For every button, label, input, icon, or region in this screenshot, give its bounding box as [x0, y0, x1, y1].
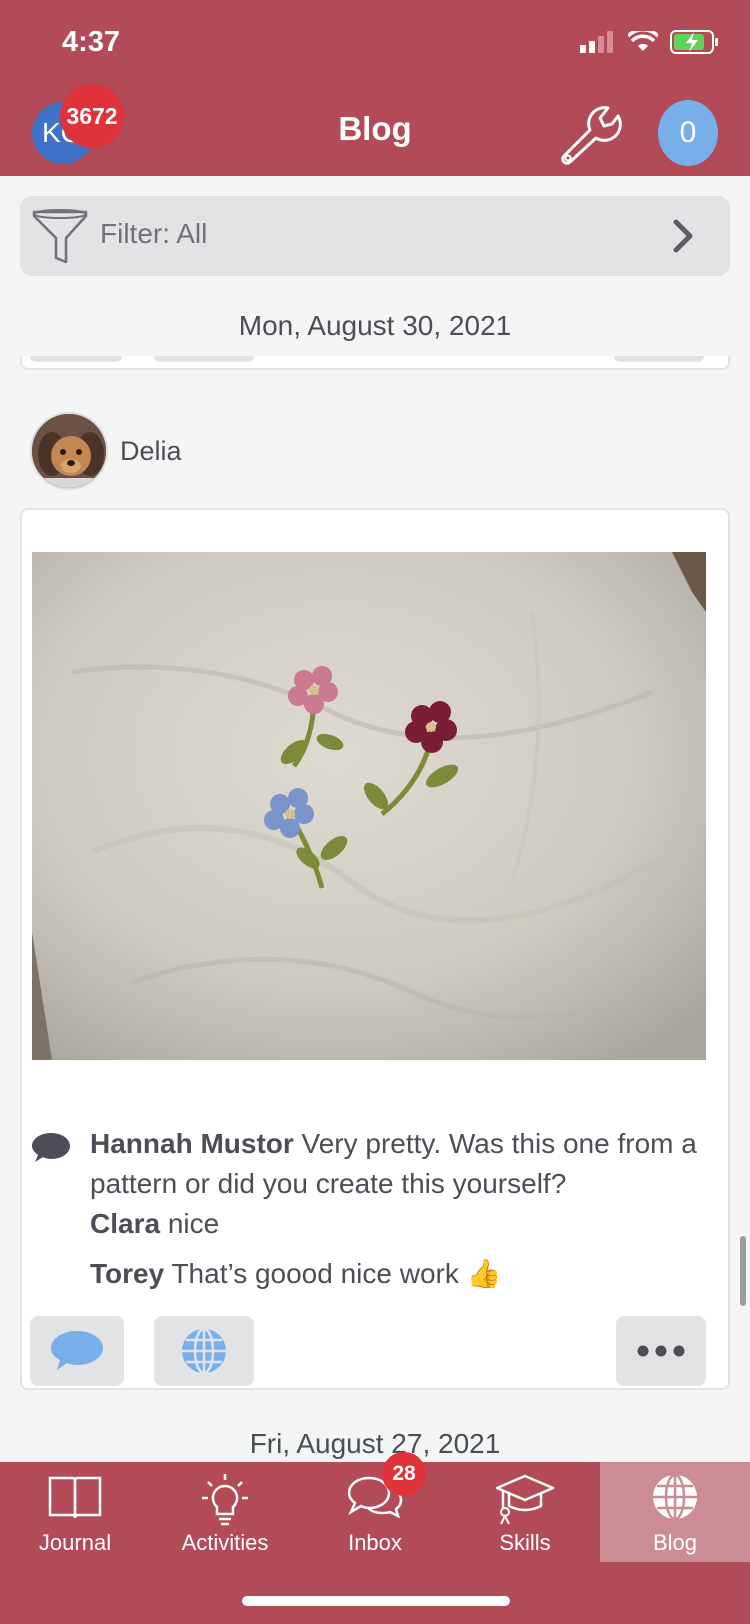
share-public-button[interactable] [154, 1316, 254, 1386]
comment-author[interactable]: Clara [90, 1208, 160, 1239]
points-counter[interactable]: 0 [658, 100, 718, 166]
graduation-cap-icon [495, 1474, 555, 1525]
tab-activities[interactable]: Activities [150, 1462, 300, 1562]
ellipsis-icon [637, 1345, 685, 1357]
filter-bar[interactable]: Filter: All [20, 196, 730, 276]
author-name[interactable]: Delia [120, 436, 182, 467]
tab-blog[interactable]: Blog [600, 1462, 750, 1562]
tab-skills[interactable]: Skills [450, 1462, 600, 1562]
home-indicator[interactable] [242, 1596, 510, 1606]
comment-text: nice [160, 1208, 220, 1239]
post-photo[interactable] [32, 552, 706, 1060]
previous-more-button[interactable] [614, 356, 704, 362]
tab-label: Activities [181, 1530, 269, 1555]
date-header: Mon, August 30, 2021 [238, 310, 512, 341]
previous-share-button[interactable] [154, 356, 254, 362]
comment-text: That’s goood nice work 👍 [164, 1258, 502, 1289]
scrollbar[interactable] [740, 1236, 746, 1306]
wifi-icon [628, 31, 658, 51]
comment-button[interactable] [30, 1316, 124, 1386]
tab-label: Journal [38, 1530, 112, 1555]
top-bar: 4:37 KC 3672 Blog 0 [0, 0, 750, 176]
previous-comment-button[interactable] [30, 356, 122, 362]
status-time: 4:37 [62, 26, 121, 58]
comment-author[interactable]: Torey [90, 1258, 164, 1289]
book-icon [48, 1476, 102, 1519]
comment-item: Torey That’s goood nice work 👍 [90, 1254, 710, 1294]
tab-label: Inbox [348, 1530, 402, 1555]
globe-icon [653, 1473, 697, 1521]
more-options-button[interactable] [616, 1316, 706, 1386]
battery-charging-icon [670, 30, 718, 54]
globe-icon [182, 1327, 226, 1375]
status-icons [580, 30, 720, 54]
tab-label: Skills [499, 1530, 551, 1555]
tab-label: Blog [652, 1530, 698, 1555]
embroidered-flowers-photo [32, 552, 706, 1060]
comment-bubble-icon [32, 1133, 70, 1162]
page-title: Blog [338, 110, 412, 147]
filter-label: Filter: All [100, 218, 208, 249]
author-avatar[interactable] [30, 412, 108, 490]
date-header: Fri, August 27, 2021 [249, 1428, 501, 1459]
tab-journal[interactable]: Journal [0, 1462, 150, 1562]
signal-icon [580, 31, 613, 53]
post-card: Hannah Mustor Very pretty. Was this one … [20, 508, 730, 1390]
tab-inbox[interactable]: Inbox [300, 1462, 450, 1562]
comment-list: Hannah Mustor Very pretty. Was this one … [90, 1124, 710, 1294]
chevron-right-icon [673, 219, 693, 253]
speech-bubble-icon [51, 1331, 103, 1370]
comment-item: Hannah Mustor Very pretty. Was this one … [90, 1124, 710, 1204]
lightbulb-icon [202, 1474, 248, 1526]
comment-item: Clara nice [90, 1204, 710, 1244]
wrench-icon[interactable] [556, 100, 622, 166]
inbox-badge: 28 [382, 1452, 426, 1496]
funnel-icon [32, 209, 88, 264]
comment-author[interactable]: Hannah Mustor [90, 1128, 294, 1159]
